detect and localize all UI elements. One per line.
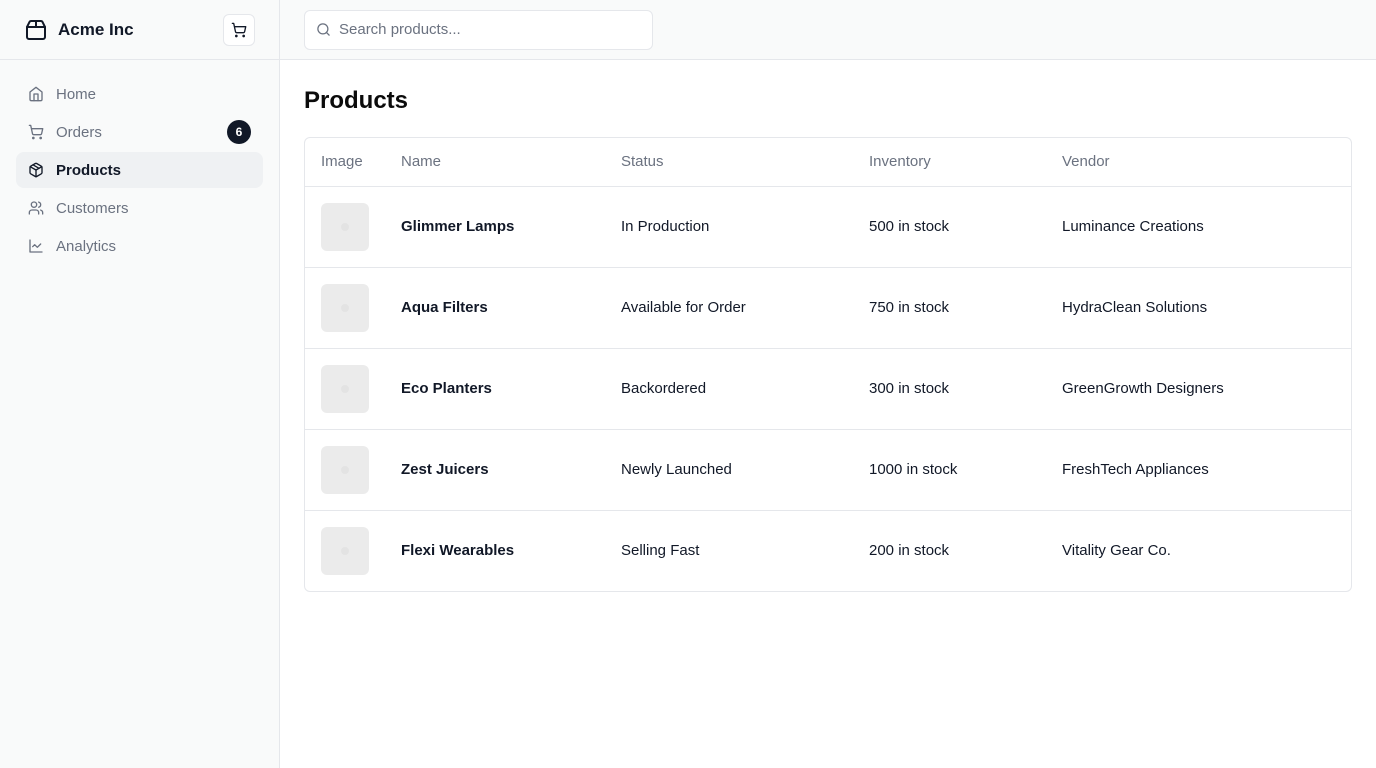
sidebar-item-analytics[interactable]: Analytics	[16, 228, 263, 264]
table-row[interactable]: Glimmer Lamps In Production 500 in stock…	[305, 186, 1351, 268]
users-icon	[28, 201, 44, 215]
cart-button[interactable]	[223, 14, 255, 46]
table-row[interactable]: Aqua Filters Available for Order 750 in …	[305, 267, 1351, 349]
line-chart-icon	[29, 239, 43, 253]
product-status: Selling Fast	[621, 542, 700, 560]
search-icon	[317, 23, 330, 36]
sidebar-nav: Home Orders 6 Products Customers Analyti…	[0, 60, 279, 282]
column-header-name: Name	[385, 138, 605, 187]
product-vendor: GreenGrowth Designers	[1046, 348, 1351, 430]
sidebar: Acme Inc Home Orders 6 Products Customer…	[0, 0, 280, 768]
home-icon	[29, 86, 43, 102]
brand-link[interactable]: Acme Inc	[24, 18, 134, 42]
product-image-placeholder	[321, 364, 369, 413]
search-input[interactable]	[339, 21, 641, 38]
shopping-cart-icon	[231, 22, 247, 38]
sidebar-item-label: Customers	[56, 199, 129, 217]
product-name: Glimmer Lamps	[385, 186, 605, 268]
product-image-placeholder	[321, 445, 369, 494]
product-name: Eco Planters	[385, 348, 605, 430]
product-inventory: 300 in stock	[853, 348, 1046, 430]
table-row[interactable]: Eco Planters Backordered 300 in stock Gr…	[305, 348, 1351, 430]
table-row[interactable]: Zest Juicers Newly Launched 1000 in stoc…	[305, 429, 1351, 511]
column-header-vendor: Vendor	[1046, 138, 1351, 187]
package-icon	[29, 162, 43, 178]
product-name: Flexi Wearables	[401, 542, 515, 560]
package-icon	[26, 19, 46, 40]
sidebar-item-label: Analytics	[56, 237, 117, 255]
product-status: Newly Launched	[605, 429, 853, 511]
product-status: In Production	[605, 186, 853, 268]
sidebar-item-label: Orders	[56, 123, 102, 141]
column-header-status: Status	[605, 138, 853, 187]
product-name: Zest Juicers	[385, 429, 605, 511]
product-name: Aqua Filters	[385, 267, 605, 349]
product-vendor: Luminance Creations	[1046, 186, 1351, 268]
products-table-container: Image Name Status Inventory Vendor Glimm…	[304, 137, 1352, 592]
page-title: Products	[304, 87, 409, 114]
product-status: Backordered	[605, 348, 853, 430]
table-row[interactable]: Flexi Wearables Selling Fast 200 in stoc…	[305, 510, 1351, 591]
product-vendor: FreshTech Appliances	[1046, 429, 1351, 511]
column-header-inventory: Inventory	[853, 138, 1046, 187]
table-header-row: Image Name Status Inventory Vendor	[305, 138, 1351, 187]
products-table: Image Name Status Inventory Vendor Glimm…	[305, 138, 1351, 591]
top-bar	[280, 0, 1376, 60]
brand-name: Acme Inc	[58, 19, 134, 39]
search-box[interactable]	[304, 9, 653, 50]
product-vendor: Vitality Gear Co.	[1062, 542, 1171, 560]
sidebar-item-label: Home	[56, 85, 97, 103]
product-status: Available for Order	[605, 267, 853, 349]
shopping-cart-icon	[28, 124, 44, 140]
product-inventory: 200 in stock	[869, 542, 950, 560]
brand-bar: Acme Inc	[0, 0, 279, 60]
sidebar-item-customers[interactable]: Customers	[16, 190, 263, 226]
sidebar-item-products[interactable]: Products	[16, 152, 263, 188]
page-content: Products Image Name Status Inventory Ven…	[280, 60, 1376, 616]
orders-count-badge: 6	[227, 120, 251, 144]
sidebar-item-label: Products	[56, 161, 122, 179]
product-image-placeholder	[321, 202, 369, 251]
product-inventory: 500 in stock	[853, 186, 1046, 268]
product-inventory: 750 in stock	[853, 267, 1046, 349]
product-vendor: HydraClean Solutions	[1046, 267, 1351, 349]
product-image-placeholder	[321, 526, 369, 575]
product-inventory: 1000 in stock	[853, 429, 1046, 511]
sidebar-item-home[interactable]: Home	[16, 76, 263, 112]
main-area: Products Image Name Status Inventory Ven…	[280, 0, 1376, 768]
column-header-image: Image	[305, 138, 385, 187]
product-image-placeholder	[321, 283, 369, 332]
sidebar-item-orders[interactable]: Orders 6	[16, 114, 263, 150]
